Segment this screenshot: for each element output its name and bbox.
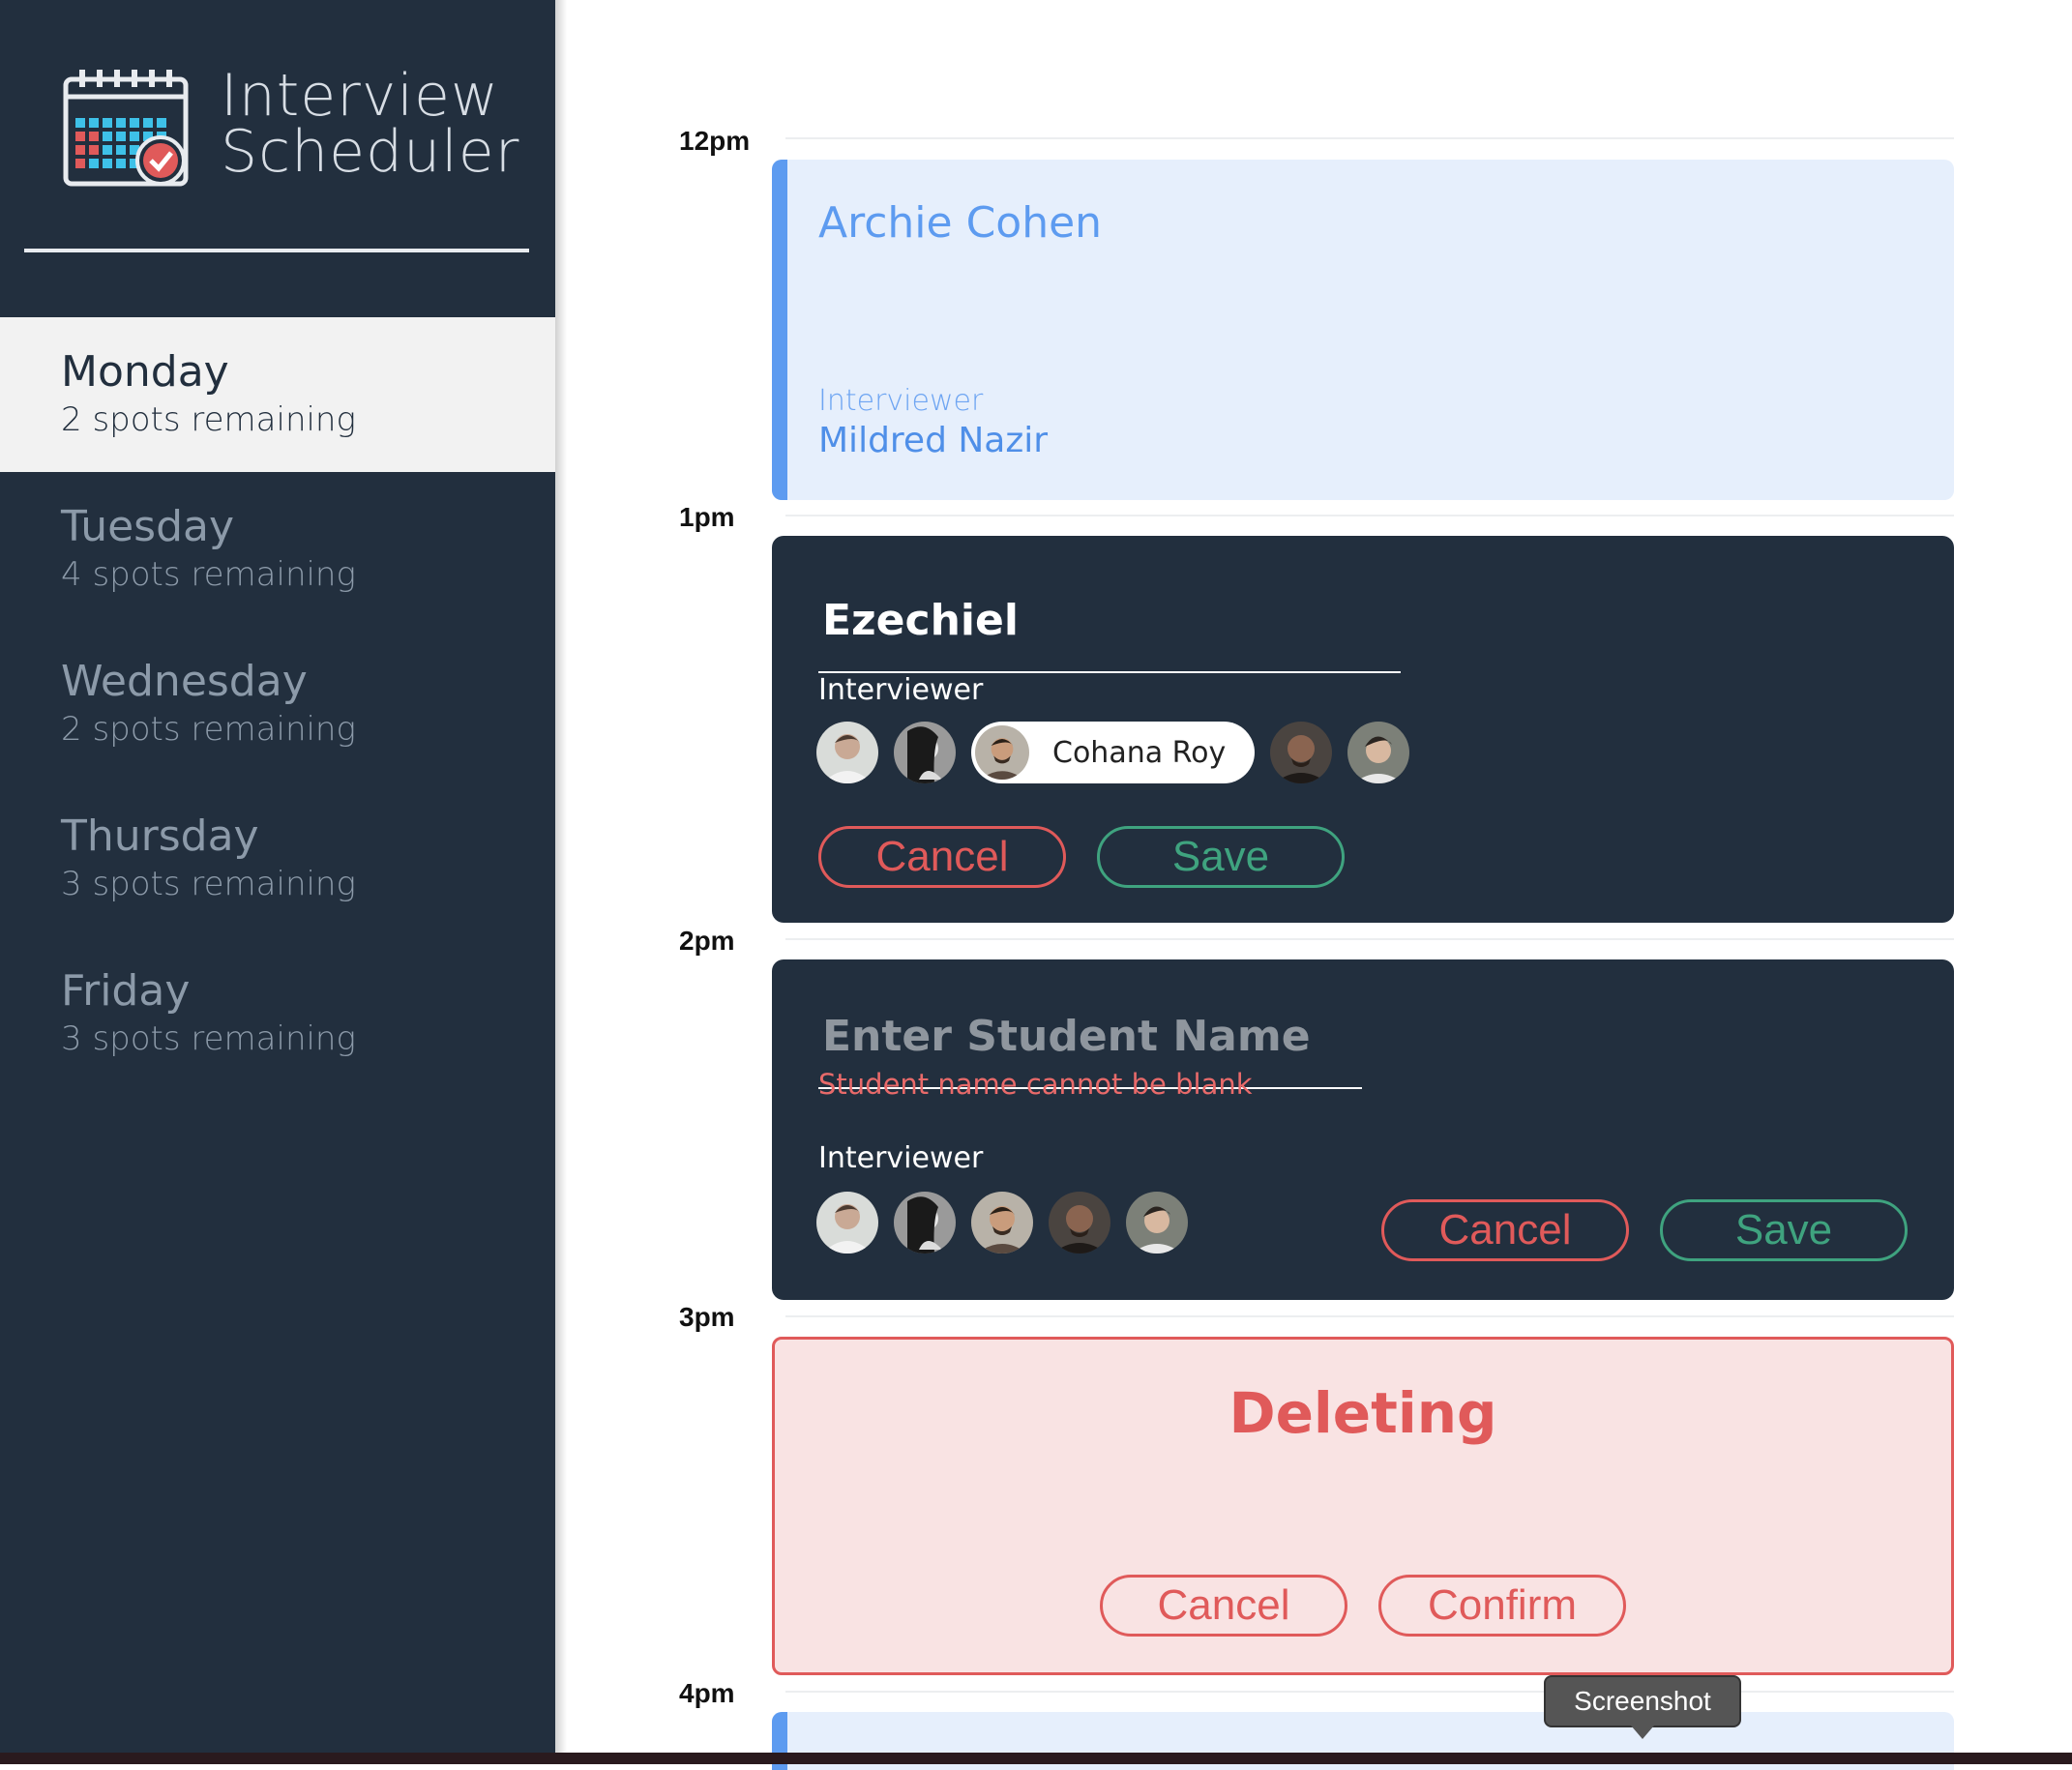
interviewer-label: Interviewer [818,384,984,418]
confirm-button[interactable]: Confirm [1378,1575,1626,1637]
cancel-button[interactable]: Cancel [1381,1199,1629,1261]
interviewer-list [816,1192,1203,1254]
screenshot-tooltip: Screenshot [1544,1675,1741,1727]
time-separator [785,1315,1954,1317]
appointment-create-form: Student name cannot be blank Interviewer… [772,959,1954,1300]
day-spots: 2 spots remaining [61,400,356,439]
window-bottom-edge [0,1753,2072,1764]
day-name: Wednesday [61,657,308,706]
time-label: 2pm [679,926,735,956]
interviewer-list: Cohana Roy [816,722,1425,783]
day-spots: 3 spots remaining [61,1019,356,1058]
student-name: Archie Cohen [818,198,1103,248]
selected-interviewer-name: Cohana Roy [1052,735,1227,770]
interviewer-label: Interviewer [818,1141,984,1175]
time-label: 1pm [679,502,735,532]
interviewer-avatar[interactable] [1347,722,1410,783]
cancel-button[interactable]: Cancel [1100,1575,1347,1637]
save-button[interactable]: Save [1660,1199,1908,1261]
day-name: Friday [61,966,191,1016]
appointment-edit-form: Interviewer Cohana Roy Cancel Save [772,536,1954,923]
calendar-logo-icon [63,70,189,187]
selected-interviewer[interactable]: Cohana Roy [971,722,1256,783]
day-list-item-monday[interactable]: Monday 2 spots remaining [0,317,555,472]
time-label: 3pm [679,1302,735,1332]
appointment-deleting: Deleting Cancel Confirm [772,1337,1954,1675]
time-label: 12pm [679,126,751,156]
day-name: Tuesday [61,502,235,551]
student-name-input[interactable] [818,575,1401,673]
appointment-accent-bar [772,160,787,500]
interviewer-name: Mildred Nazir [818,421,1049,460]
day-list-item-tuesday[interactable]: Tuesday 4 spots remaining [0,472,555,627]
appointment-show[interactable]: Archie Cohen Interviewer Mildred Nazir [772,160,1954,500]
day-spots: 4 spots remaining [61,555,356,594]
day-name: Monday [61,347,229,397]
save-button[interactable]: Save [1097,826,1345,888]
day-list: Monday 2 spots remaining Tuesday 4 spots… [0,317,555,1091]
sidebar-shadow [555,0,567,1753]
interviewer-avatar[interactable] [1126,1192,1188,1254]
interviewer-avatar[interactable] [816,722,878,783]
day-spots: 3 spots remaining [61,865,356,903]
day-spots: 2 spots remaining [61,710,356,749]
time-separator [785,938,1954,940]
day-name: Thursday [61,811,259,861]
day-list-item-wednesday[interactable]: Wednesday 2 spots remaining [0,627,555,782]
sidebar-divider [24,249,529,252]
sidebar: Interview Scheduler Monday 2 spots remai… [0,0,555,1753]
interviewer-avatar[interactable] [894,722,956,783]
app-title-line1: Interview [221,62,499,130]
time-separator [785,1691,1954,1693]
day-list-item-thursday[interactable]: Thursday 3 spots remaining [0,782,555,936]
interviewer-avatar[interactable] [971,1192,1033,1254]
interviewer-avatar[interactable] [1049,1192,1110,1254]
day-list-item-friday[interactable]: Friday 3 spots remaining [0,936,555,1091]
app-title: Interview Scheduler [221,62,520,186]
time-separator [785,137,1954,139]
tooltip-arrow [1631,1726,1654,1739]
interviewer-label: Interviewer [818,673,984,707]
time-separator [785,515,1954,516]
interviewer-avatar[interactable] [1270,722,1333,783]
validation-error: Student name cannot be blank [818,1068,1253,1101]
time-label: 4pm [679,1678,735,1708]
interviewer-avatar [975,725,1029,780]
cancel-button[interactable]: Cancel [818,826,1066,888]
interviewer-avatar[interactable] [816,1192,878,1254]
interviewer-avatar[interactable] [894,1192,956,1254]
app-title-line2: Scheduler [221,118,520,186]
deleting-message: Deleting [1228,1380,1497,1446]
